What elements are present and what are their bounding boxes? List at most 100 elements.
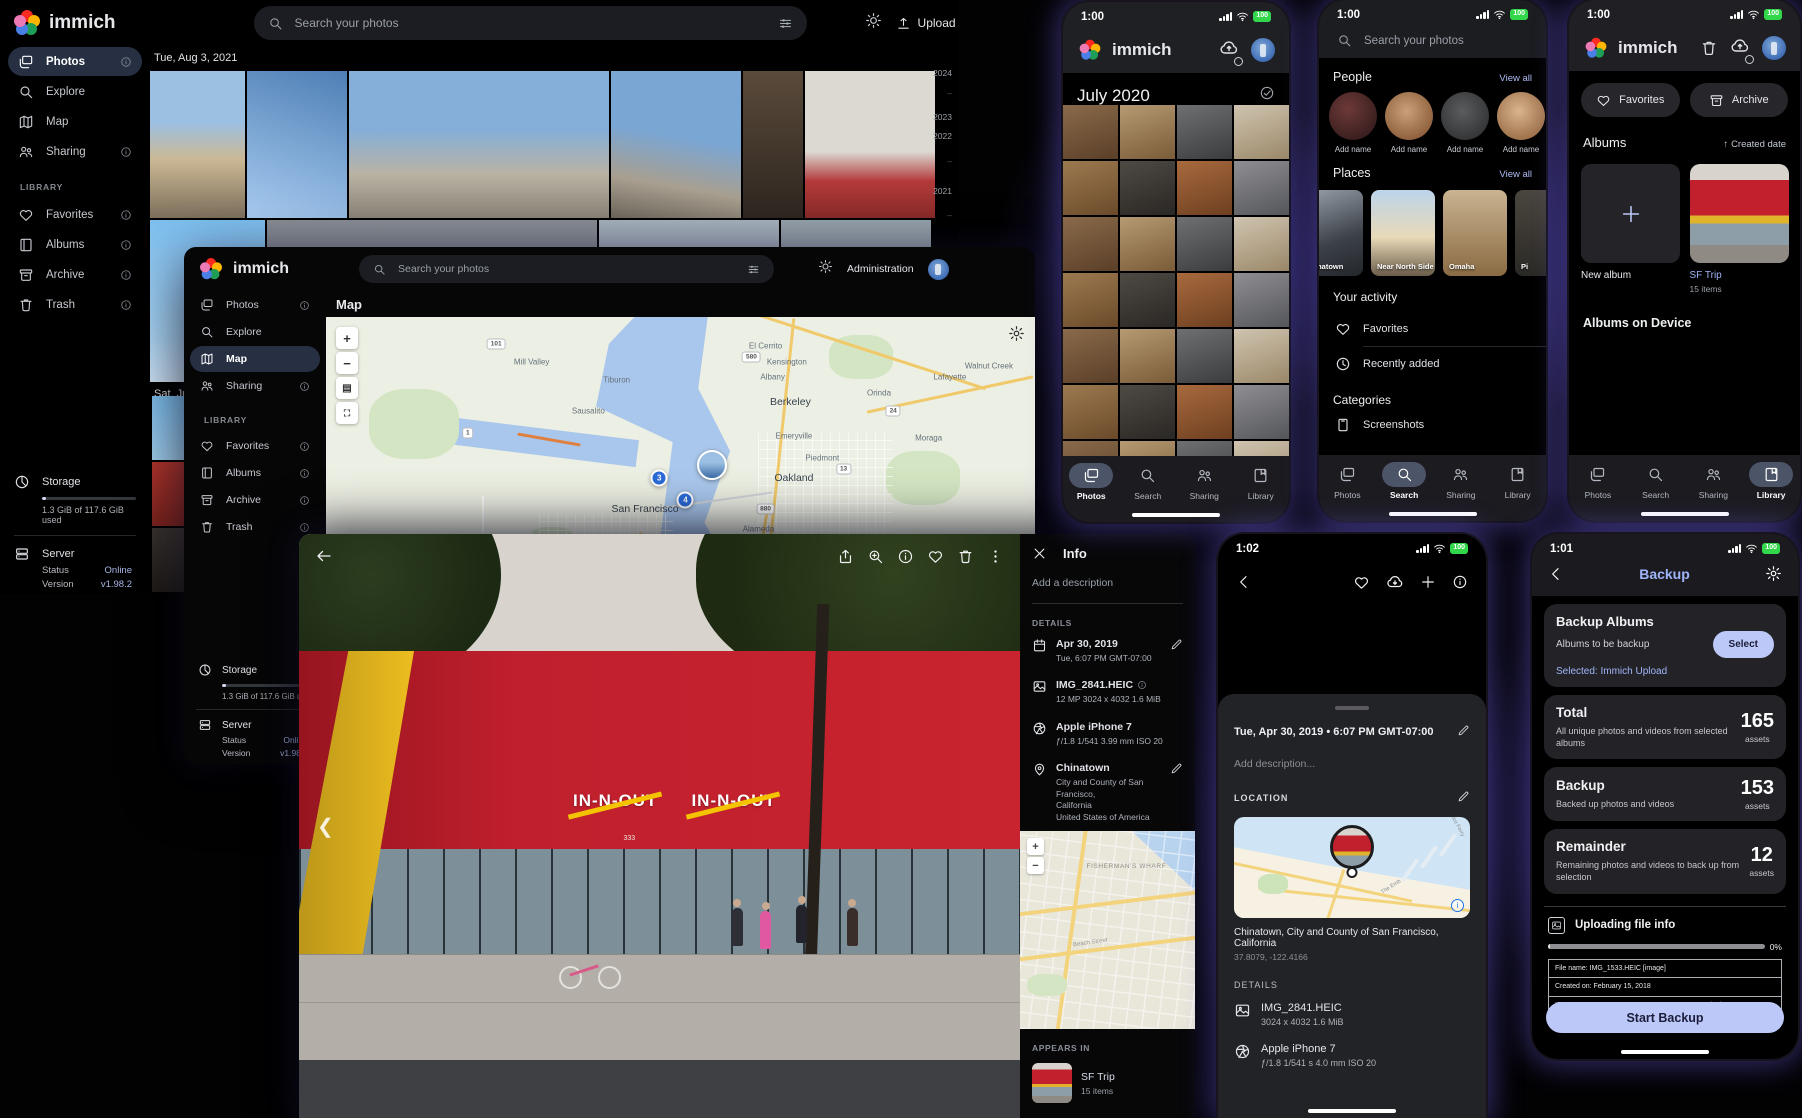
photo-thumbnail[interactable] <box>1120 329 1175 383</box>
add-name-link[interactable]: Add name <box>1503 145 1539 154</box>
previous-photo-chevron[interactable]: ❮ <box>317 814 334 839</box>
photo-thumbnail[interactable] <box>611 71 741 218</box>
sidebar-item-albums[interactable]: Albums <box>8 230 142 259</box>
sidebar-item-explore[interactable]: Explore <box>8 77 142 106</box>
map-attribution-icon[interactable]: i <box>1451 899 1464 912</box>
album-tile-sf-trip[interactable] <box>1690 164 1789 263</box>
info-icon[interactable] <box>120 209 132 221</box>
photo-thumbnail[interactable] <box>1234 273 1289 327</box>
map-zoom-out-button[interactable]: − <box>1027 857 1044 874</box>
info-icon[interactable] <box>120 269 132 281</box>
sidebar-item-sharing[interactable]: Sharing <box>8 137 142 166</box>
info-icon[interactable] <box>120 239 132 251</box>
map-zoom-in-button[interactable]: + <box>336 327 358 349</box>
category-screenshots[interactable]: Screenshots <box>1319 415 1546 442</box>
person-item[interactable]: Add name <box>1385 92 1433 154</box>
sidebar-item-photos[interactable]: Photos <box>8 47 142 76</box>
backup-status-button[interactable] <box>1219 38 1239 63</box>
map-cluster-marker[interactable]: 4 <box>677 492 694 509</box>
photo-thumbnail[interactable] <box>1177 161 1232 215</box>
close-icon[interactable] <box>1032 546 1047 561</box>
photo-thumbnail[interactable] <box>152 462 185 526</box>
photo-thumbnail[interactable] <box>1234 385 1289 439</box>
sidebar-item-map[interactable]: Map <box>8 107 142 136</box>
info-icon[interactable] <box>897 548 914 565</box>
nav-photos[interactable]: Photos <box>1065 463 1117 522</box>
pencil-icon[interactable] <box>1170 762 1183 775</box>
zoom-in-icon[interactable] <box>867 548 884 565</box>
gear-icon[interactable] <box>1765 565 1782 582</box>
nav-photos[interactable]: Photos <box>1572 462 1624 521</box>
photo-thumbnail[interactable] <box>1063 217 1118 271</box>
nav-library[interactable]: Library <box>1235 463 1287 522</box>
share-icon[interactable] <box>837 548 854 565</box>
photo-detail-image[interactable]: IN-N-OUT IN-N-OUT 333 <box>299 534 1020 1118</box>
photo-thumbnail[interactable] <box>1234 161 1289 215</box>
favorites-button[interactable]: Favorites <box>1581 83 1680 117</box>
archive-button[interactable]: Archive <box>1690 83 1789 117</box>
person-item[interactable]: Add name <box>1497 92 1545 154</box>
sidebar-item-sharing[interactable]: Sharing <box>190 373 320 399</box>
add-name-link[interactable]: Add name <box>1447 145 1483 154</box>
theme-toggle-button[interactable] <box>865 12 882 34</box>
backup-status-button[interactable] <box>1730 36 1750 61</box>
add-name-link[interactable]: Add name <box>1335 145 1371 154</box>
map-layers-button[interactable]: ▤ <box>336 377 358 399</box>
avatar[interactable] <box>928 259 949 280</box>
photo-thumbnail[interactable] <box>1120 441 1175 456</box>
sidebar-item-map[interactable]: Map <box>190 346 320 372</box>
avatar[interactable] <box>1762 36 1786 60</box>
photo-thumbnail[interactable] <box>349 71 609 218</box>
photo-thumbnail[interactable] <box>1063 161 1118 215</box>
pencil-icon[interactable] <box>1170 638 1183 651</box>
map-settings-button[interactable] <box>1008 325 1025 347</box>
cloud-download-icon[interactable] <box>1386 573 1404 591</box>
sidebar-item-favorites[interactable]: Favorites <box>190 433 320 459</box>
sheet-drag-handle[interactable] <box>1335 706 1369 710</box>
search-bar[interactable] <box>254 6 807 40</box>
photo-thumbnail[interactable] <box>1177 329 1232 383</box>
photo-location-pin[interactable] <box>1330 825 1374 869</box>
photo-thumbnail[interactable] <box>1063 385 1118 439</box>
nav-photos[interactable]: Photos <box>1321 462 1373 521</box>
albums-sort-button[interactable]: ↑Created date <box>1723 139 1786 150</box>
back-icon[interactable] <box>315 547 333 565</box>
photo-thumbnail[interactable] <box>1120 105 1175 159</box>
back-icon[interactable] <box>1548 566 1564 582</box>
sidebar-item-explore[interactable]: Explore <box>190 319 320 345</box>
map-zoom-out-button[interactable]: − <box>336 352 358 374</box>
add-name-link[interactable]: Add name <box>1391 145 1427 154</box>
photo-thumbnail[interactable] <box>1234 441 1289 456</box>
appears-in-album[interactable]: SF Trip 15 items <box>1032 1063 1183 1103</box>
search-input[interactable] <box>293 15 768 31</box>
sidebar-item-albums[interactable]: Albums <box>190 460 320 486</box>
search-input[interactable] <box>396 262 737 276</box>
photo-thumbnail[interactable] <box>805 71 935 218</box>
photo-thumbnail[interactable] <box>1063 273 1118 327</box>
back-icon[interactable] <box>1236 574 1252 590</box>
avatar[interactable] <box>1251 38 1275 62</box>
activity-recently-added[interactable]: Recently added <box>1319 347 1546 381</box>
info-icon[interactable] <box>299 300 310 311</box>
description-field[interactable]: Add a description <box>1032 577 1183 589</box>
map-photo-marker[interactable] <box>697 450 727 480</box>
info-icon[interactable] <box>120 146 132 158</box>
photo-thumbnail[interactable] <box>1177 217 1232 271</box>
location-map[interactable]: FISHERMAN'S WHARF Beach Street + − <box>1020 831 1195 1029</box>
map-zoom-in-button[interactable]: + <box>1027 838 1044 855</box>
sidebar-item-trash[interactable]: Trash <box>8 290 142 319</box>
favorite-heart-icon[interactable] <box>1353 574 1370 591</box>
nav-library[interactable]: Library <box>1492 462 1544 521</box>
sidebar-item-favorites[interactable]: Favorites <box>8 200 142 229</box>
photo-thumbnail[interactable] <box>1234 105 1289 159</box>
sidebar-item-photos[interactable]: Photos <box>190 292 320 318</box>
select-month-button[interactable] <box>1259 85 1275 106</box>
info-icon[interactable] <box>120 299 132 311</box>
photo-thumbnail[interactable] <box>1177 385 1232 439</box>
photo-thumbnail[interactable] <box>1177 105 1232 159</box>
people-view-all-link[interactable]: View all <box>1499 73 1532 84</box>
info-icon[interactable] <box>299 381 310 392</box>
place-tile[interactable]: Near North Side <box>1371 190 1435 276</box>
add-to-album-icon[interactable] <box>1420 574 1436 590</box>
photo-thumbnail[interactable] <box>1120 273 1175 327</box>
